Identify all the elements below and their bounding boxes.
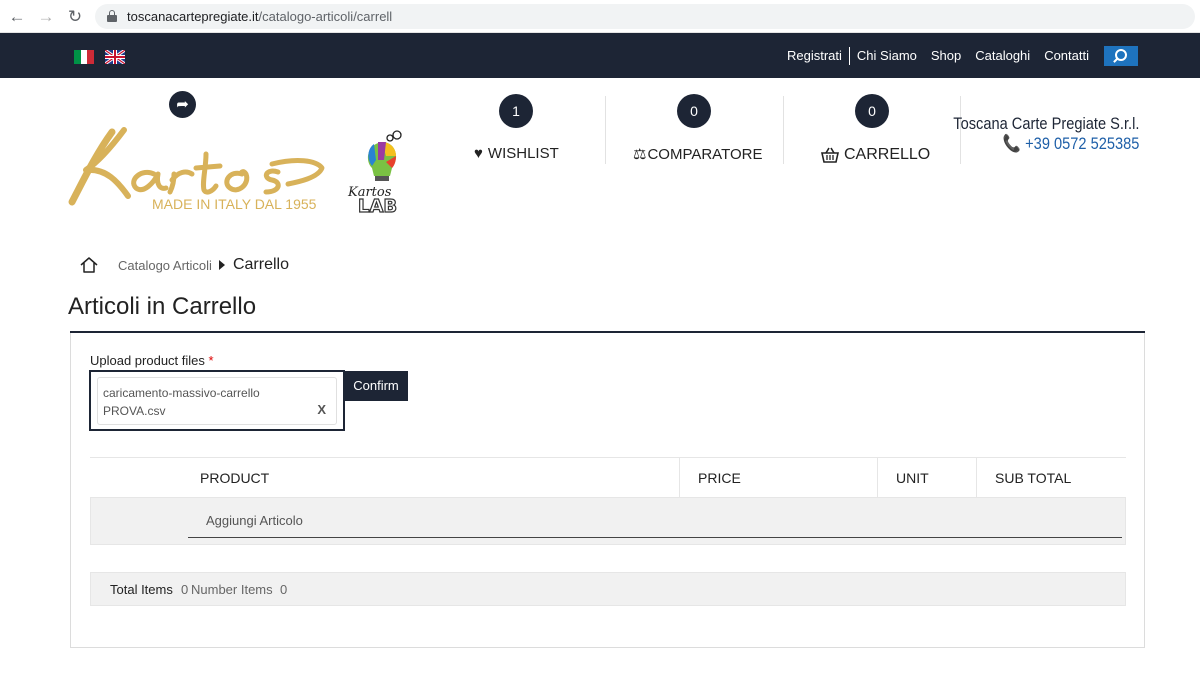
breadcrumb-arrow-icon bbox=[218, 260, 225, 270]
nav-link-chi-siamo[interactable]: Chi Siamo bbox=[850, 47, 924, 65]
add-item-input[interactable]: Aggiungi Articolo bbox=[188, 498, 1122, 538]
url-host: toscanacartepregiate.it bbox=[127, 9, 259, 24]
compare-count-badge: 0 bbox=[677, 94, 711, 128]
lock-icon bbox=[107, 10, 117, 22]
logout-icon[interactable]: ➦ bbox=[169, 91, 196, 118]
header-divider bbox=[783, 96, 784, 164]
table-row: Aggiungi Articolo bbox=[90, 498, 1126, 545]
column-header-subtotal: SUB TOTAL bbox=[995, 470, 1072, 486]
file-name-line2: PROVA.csv bbox=[103, 404, 166, 418]
column-divider bbox=[976, 458, 977, 498]
confirm-button[interactable]: Confirm bbox=[344, 371, 408, 401]
wishlist-link[interactable]: ♥ WISHLIST bbox=[474, 145, 559, 162]
svg-text:LAB: LAB bbox=[358, 196, 397, 215]
kartos-lab-logo[interactable]: Kartos LAB bbox=[344, 130, 424, 215]
cart-table: PRODUCT PRICE UNIT SUB TOTAL Aggiungi Ar… bbox=[90, 457, 1126, 545]
cart-count-badge: 0 bbox=[855, 94, 889, 128]
uploaded-file-chip: caricamento-massivo-carrello PROVA.csv X bbox=[97, 377, 337, 425]
column-divider bbox=[877, 458, 878, 498]
header-divider bbox=[605, 96, 606, 164]
top-navigation-bar: Registrati Chi Siamo Shop Cataloghi Cont… bbox=[0, 33, 1200, 78]
total-items-label: Total Items bbox=[110, 582, 173, 597]
remove-file-button[interactable]: X bbox=[317, 402, 326, 417]
page-title: Articoli in Carrello bbox=[68, 293, 257, 320]
nav-link-cataloghi[interactable]: Cataloghi bbox=[968, 47, 1037, 65]
phone-icon: 📞 bbox=[1002, 134, 1021, 153]
required-mark: * bbox=[208, 353, 214, 368]
column-header-price: PRICE bbox=[698, 470, 741, 486]
column-header-product: PRODUCT bbox=[200, 470, 270, 486]
breadcrumb: Catalogo Articoli Carrello bbox=[79, 255, 289, 275]
compare-label: COMPARATORE bbox=[647, 145, 763, 163]
cart-link[interactable]: CARRELLO bbox=[821, 146, 930, 164]
totals-bar: Total Items 0 Number Items 0 bbox=[90, 572, 1126, 606]
nav-link-shop[interactable]: Shop bbox=[924, 47, 968, 65]
basket-icon bbox=[821, 147, 839, 163]
cart-label: CARRELLO bbox=[844, 146, 931, 163]
file-name-line1: caricamento-massivo-carrello bbox=[103, 386, 260, 400]
total-items-value: 0 bbox=[181, 582, 189, 597]
column-header-unit: UNIT bbox=[896, 470, 929, 486]
wishlist-count-badge: 1 bbox=[499, 94, 533, 128]
url-text[interactable]: toscanacartepregiate.it/catalogo-articol… bbox=[127, 9, 392, 24]
add-item-placeholder: Aggiungi Articolo bbox=[206, 513, 303, 528]
search-button[interactable] bbox=[1104, 46, 1138, 66]
breadcrumb-catalogo[interactable]: Catalogo Articoli bbox=[118, 258, 212, 273]
column-divider bbox=[679, 458, 680, 498]
file-upload-dropzone[interactable]: caricamento-massivo-carrello PROVA.csv X bbox=[89, 370, 345, 431]
wishlist-label: WISHLIST bbox=[487, 145, 559, 162]
nav-link-contatti[interactable]: Contatti bbox=[1037, 47, 1096, 65]
number-items-label: Number Items bbox=[191, 582, 273, 597]
upload-label: Upload product files * bbox=[90, 353, 214, 368]
company-info: Toscana Carte Pregiate S.r.l. 📞 +39 0572… bbox=[923, 114, 1139, 154]
forward-arrow-icon[interactable]: → bbox=[35, 6, 57, 28]
url-path: /catalogo-articoli/carrell bbox=[258, 9, 393, 24]
back-arrow-icon[interactable]: ← bbox=[6, 6, 28, 28]
reload-icon[interactable]: ↻ bbox=[64, 6, 86, 28]
top-links: Registrati Chi Siamo Shop Cataloghi Cont… bbox=[780, 47, 1096, 65]
browser-toolbar: ← → ↻ toscanacartepregiate.it/catalogo-a… bbox=[0, 0, 1200, 33]
table-header-row: PRODUCT PRICE UNIT SUB TOTAL bbox=[90, 457, 1126, 498]
number-items-value: 0 bbox=[280, 582, 288, 597]
uk-flag-icon[interactable] bbox=[105, 50, 125, 64]
company-name: Toscana Carte Pregiate S.r.l. bbox=[952, 114, 1139, 133]
compare-link[interactable]: ⚖ COMPARATORE bbox=[633, 145, 763, 164]
company-phone-link[interactable]: 📞 +39 0572 525385 bbox=[953, 134, 1139, 154]
upload-label-text: Upload product files bbox=[90, 353, 205, 368]
italian-flag-icon[interactable] bbox=[74, 50, 95, 64]
heart-icon: ♥ bbox=[474, 145, 483, 162]
breadcrumb-current: Carrello bbox=[232, 256, 289, 273]
scale-icon: ⚖ bbox=[633, 146, 647, 163]
company-phone: +39 0572 525385 bbox=[1024, 134, 1139, 153]
nav-link-registrati[interactable]: Registrati bbox=[780, 47, 849, 65]
home-icon[interactable] bbox=[79, 255, 99, 275]
address-bar[interactable]: toscanacartepregiate.it/catalogo-articol… bbox=[95, 4, 1195, 29]
uploaded-file-name: caricamento-massivo-carrello PROVA.csv bbox=[103, 384, 303, 420]
logo-tagline: MADE IN ITALY DAL 1955 bbox=[152, 196, 317, 212]
